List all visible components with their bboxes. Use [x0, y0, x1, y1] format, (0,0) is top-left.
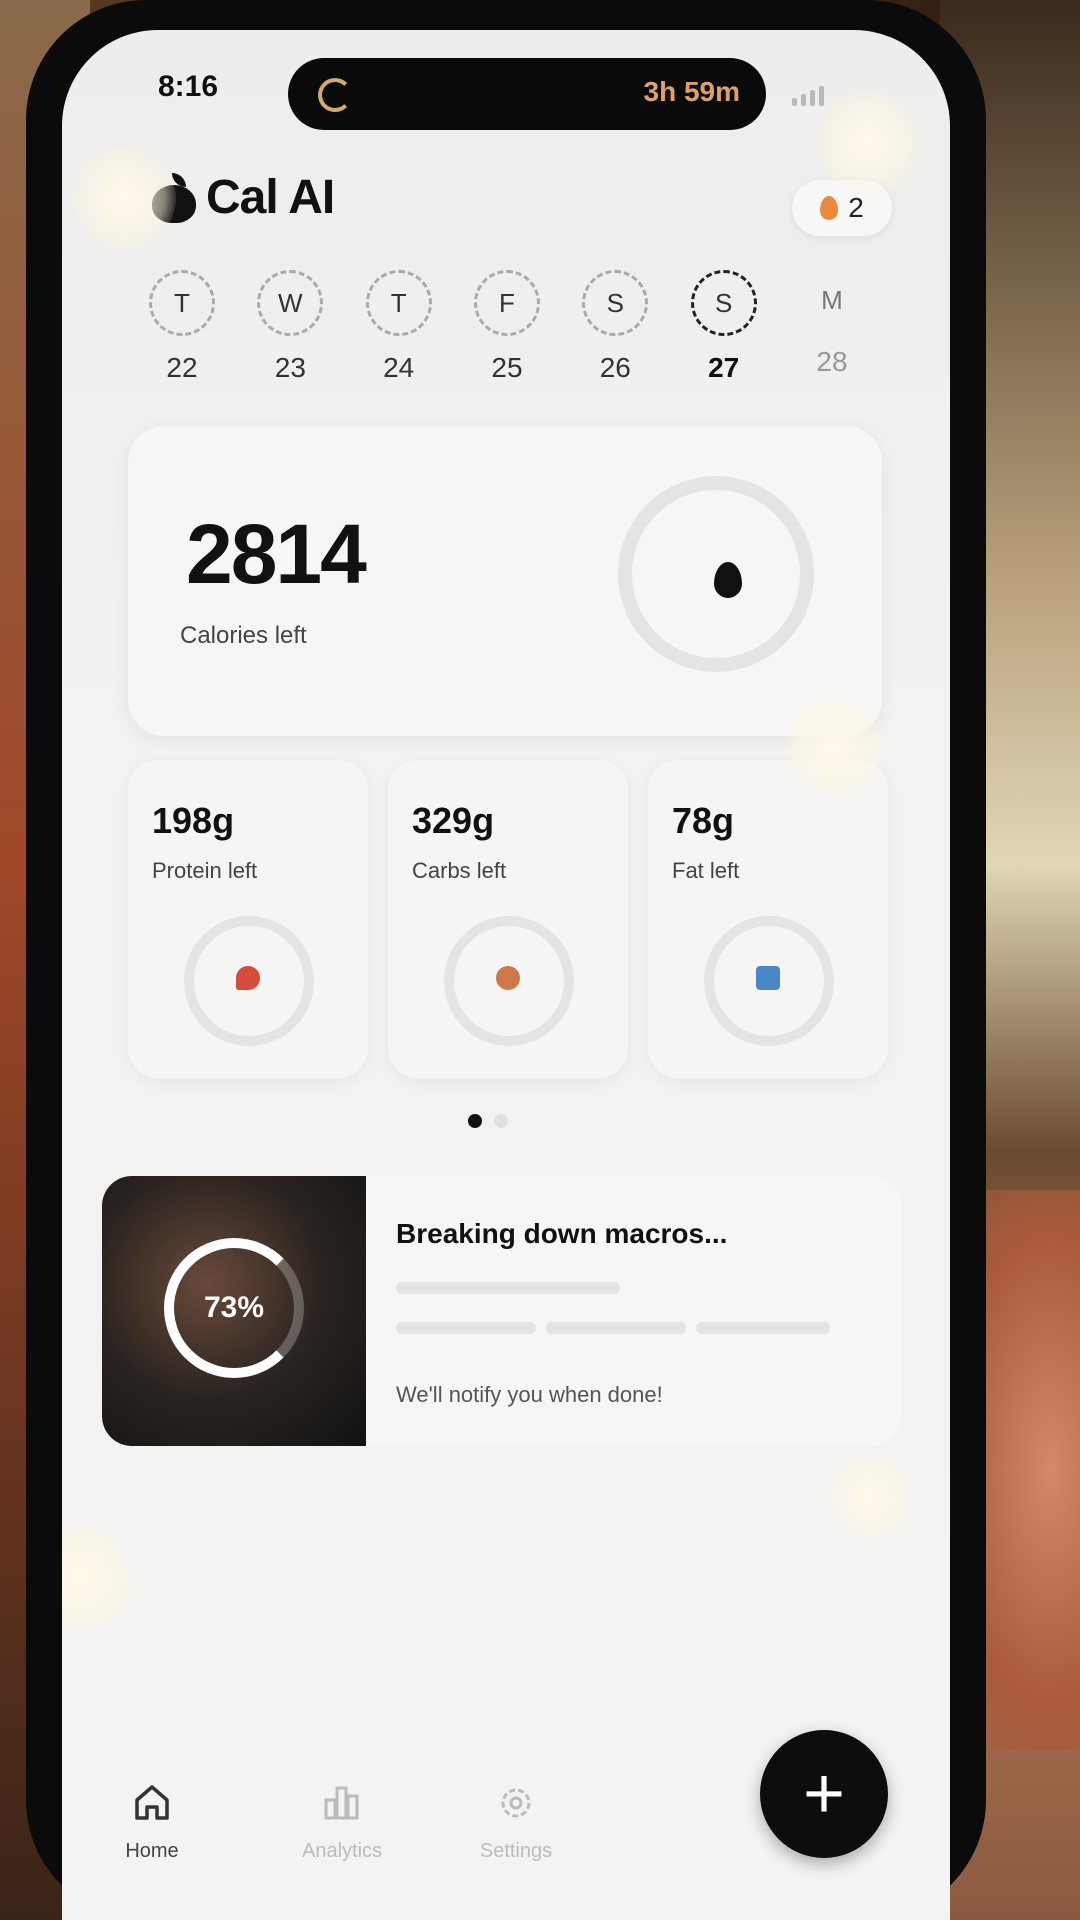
status-time: 8:16 [158, 70, 219, 103]
day-number: 24 [383, 352, 415, 383]
page-dot-active [468, 1114, 482, 1128]
day-number: 22 [166, 352, 198, 383]
day-27-selected[interactable]: S 27 [674, 270, 774, 384]
day-letter: S [582, 270, 649, 336]
bar-chart-icon [324, 1786, 359, 1820]
day-number: 26 [599, 352, 631, 383]
light-reflection [828, 1456, 912, 1540]
skeleton-line [396, 1322, 536, 1334]
week-selector: T 22 W 23 T 24 F 25 S 26 S 27 M 28 [132, 270, 882, 384]
page-dot [494, 1114, 508, 1128]
streak-count: 2 [848, 192, 864, 223]
progress-percent: 73% [203, 1291, 265, 1324]
protein-label: Protein left [152, 858, 258, 883]
calories-label: Calories left [180, 622, 307, 649]
fat-label: Fat left [672, 858, 740, 883]
flame-icon [820, 196, 839, 220]
day-26[interactable]: S 26 [565, 270, 665, 384]
day-letter: F [473, 270, 540, 336]
dynamic-island[interactable]: 3h 59m [288, 58, 766, 130]
meal-photo: 73% [102, 1176, 366, 1446]
nav-analytics[interactable]: Analytics [262, 1780, 422, 1863]
nav-home-label: Home [125, 1840, 179, 1862]
processing-title: Breaking down macros... [396, 1218, 728, 1249]
processing-note: We'll notify you when done! [396, 1382, 663, 1407]
day-letter: W [257, 270, 324, 336]
wheat-icon [496, 966, 520, 990]
day-22[interactable]: T 22 [132, 270, 232, 384]
day-letter: T [365, 270, 432, 336]
skeleton-line [396, 1282, 620, 1294]
spinner-icon [318, 78, 352, 112]
light-reflection [784, 698, 882, 796]
phone-screen: 8:16 3h 59m Cal AI 2 T 22 W 23 T 24 F 25… [62, 30, 950, 1920]
drumstick-icon [236, 966, 260, 990]
day-number: 27 [708, 352, 740, 383]
processing-card[interactable]: 73% Breaking down macros... We'll notify… [102, 1176, 902, 1446]
day-letter: M [821, 284, 843, 315]
day-letter: S [690, 270, 757, 336]
day-letter: T [149, 270, 215, 336]
nav-home[interactable]: Home [72, 1780, 232, 1863]
day-number: 23 [274, 352, 306, 383]
light-reflection [816, 90, 920, 194]
protein-card[interactable]: 198g Protein left [128, 760, 368, 1078]
nav-settings[interactable]: Settings [436, 1780, 596, 1863]
island-timer: 3h 59m [643, 76, 741, 107]
app-logo: Cal AI [152, 170, 335, 225]
app-name: Cal AI [206, 171, 335, 224]
light-reflection [72, 146, 176, 250]
skeleton-line [546, 1322, 686, 1334]
carbs-card[interactable]: 329g Carbs left [388, 760, 628, 1078]
day-number: 28 [816, 346, 848, 377]
carbs-value: 329g [412, 800, 495, 841]
day-24[interactable]: T 24 [349, 270, 449, 384]
day-number: 25 [491, 352, 523, 383]
plus-icon: + [802, 1754, 846, 1834]
nav-settings-label: Settings [479, 1840, 553, 1862]
phone-frame: 8:16 3h 59m Cal AI 2 T 22 W 23 T 24 F 25… [26, 0, 986, 1920]
nav-analytics-label: Analytics [301, 1840, 383, 1862]
home-icon [135, 1785, 169, 1820]
page-indicator[interactable] [468, 1114, 508, 1128]
fat-card[interactable]: 78g Fat left [648, 760, 888, 1078]
carbs-label: Carbs left [412, 858, 507, 883]
fat-value: 78g [672, 800, 735, 841]
calories-value: 2814 [186, 507, 367, 601]
protein-value: 198g [152, 800, 235, 841]
oil-icon [756, 966, 780, 990]
day-28[interactable]: M 28 [782, 270, 882, 384]
add-button[interactable]: + [760, 1730, 888, 1858]
skeleton-line [696, 1322, 830, 1334]
day-23[interactable]: W 23 [240, 270, 340, 384]
day-25[interactable]: F 25 [457, 270, 557, 384]
light-reflection [62, 1518, 128, 1638]
gear-icon [501, 1788, 531, 1818]
calories-card[interactable]: 2814 Calories left [128, 426, 882, 736]
signal-icon [792, 86, 824, 106]
flame-icon [714, 562, 742, 598]
